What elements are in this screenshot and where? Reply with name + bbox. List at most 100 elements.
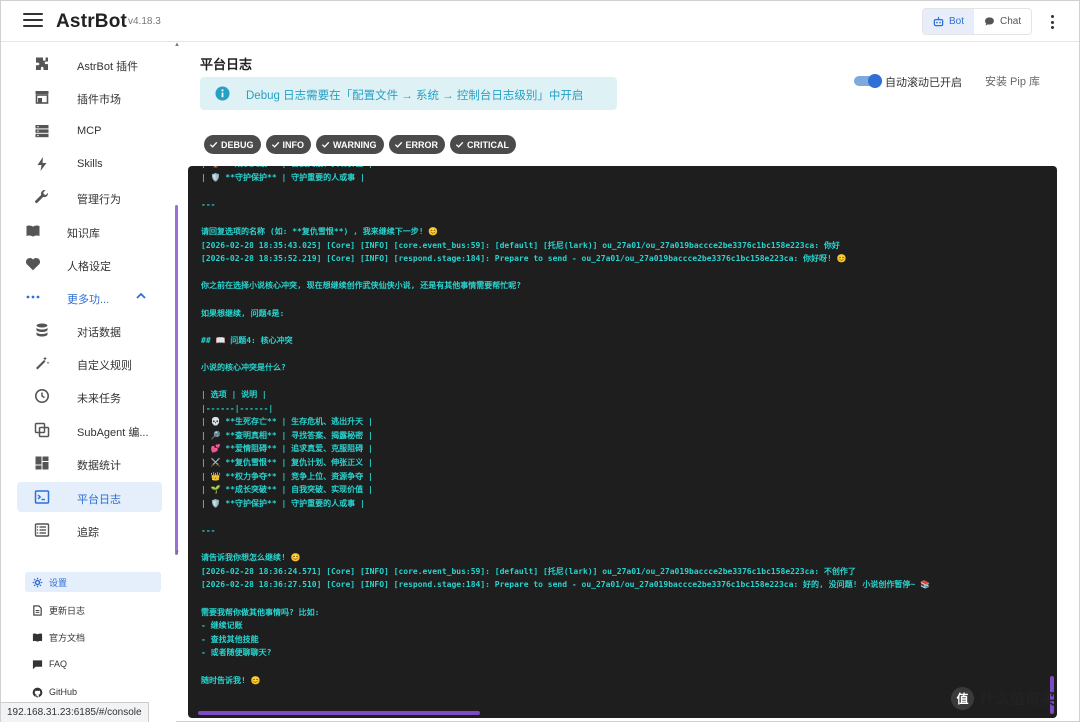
filter-chip-label: INFO	[282, 139, 305, 150]
sidebar-item-behavior[interactable]: 管理行为	[17, 182, 162, 212]
sidebar-item-label: 追踪	[77, 527, 99, 539]
filter-chip-info[interactable]: INFO	[265, 135, 312, 154]
sidebar-item-conversations[interactable]: 对话数据	[17, 315, 162, 345]
subagent-icon	[34, 422, 50, 438]
footer-label: FAQ	[49, 659, 68, 669]
log-console[interactable]: | 🏆 **成长突破** | 自我突破、实现价值 || 🛡️ **守护保护** …	[188, 166, 1057, 718]
mode-bot-label: Bot	[949, 16, 965, 27]
log-line: | 🛡️ **守护保护** | 守护重要的人或事 |	[201, 498, 365, 508]
filter-chip-warning[interactable]: WARNING	[316, 135, 384, 154]
chevron-up-icon	[136, 292, 146, 299]
footer-label: GitHub	[49, 687, 78, 697]
list-icon	[34, 523, 50, 537]
filter-chip-label: DEBUG	[221, 139, 254, 150]
heart-icon	[25, 257, 41, 271]
footer-changelog[interactable]: 更新日志	[25, 600, 161, 620]
sidebar-item-plugins[interactable]: AstrBot 插件	[17, 49, 162, 79]
chat-bubble-icon	[985, 17, 994, 26]
hamburger-menu-icon[interactable]	[23, 13, 43, 29]
sidebar-item-label: 自定义规则	[77, 360, 132, 372]
sidebar-scrollbar[interactable]: ▲ ▼	[174, 42, 180, 557]
dots-icon	[26, 295, 40, 299]
sidebar-item-plugin-market[interactable]: 插件市场	[17, 82, 162, 112]
server-icon	[35, 125, 49, 138]
autoscroll-toggle[interactable]	[854, 74, 882, 88]
document-icon	[33, 604, 42, 616]
sidebar-item-label: MCP	[77, 125, 102, 137]
footer-label: 设置	[49, 577, 68, 588]
scroll-down-arrow-icon[interactable]: ▼	[174, 550, 180, 556]
info-icon	[215, 86, 230, 101]
app-logo: AstrBot	[56, 11, 128, 32]
sidebar-item-label: 管理行为	[77, 194, 121, 206]
puzzle-icon	[36, 57, 48, 70]
sidebar-item-platform-logs[interactable]: 平台日志	[17, 482, 162, 512]
watermark-logo-icon: 值	[951, 687, 974, 710]
dashboard-icon	[35, 456, 49, 470]
filter-chip-label: CRITICAL	[467, 139, 510, 150]
log-level-filters: DEBUG INFO WARNING ERROR CRITICAL	[204, 135, 517, 154]
check-icon	[455, 141, 464, 148]
sidebar-item-knowledge-base[interactable]: 知识库	[17, 216, 162, 246]
check-icon	[321, 141, 330, 148]
log-line: | 🔎 **查明真相** | 寻找答案、揭露秘密 |	[201, 430, 373, 440]
log-console-lines: | 🏆 **成长突破** | 自我突破、实现价值 || 🛡️ **守护保护** …	[188, 166, 1048, 687]
sidebar-item-persona[interactable]: 人格设定	[17, 249, 162, 279]
log-line: [2026-02-28 18:36:27.510] [Core] [INFO] …	[201, 580, 930, 590]
log-line: 随时告诉我! 😊	[201, 675, 261, 685]
filter-chip-debug[interactable]: DEBUG	[204, 135, 261, 154]
log-line: | 🌱 **成长突破** | 自我突破、实现价值 |	[201, 485, 373, 495]
sidebar-item-mcp[interactable]: MCP	[17, 116, 162, 146]
sidebar-item-scheduled-tasks[interactable]: 未来任务	[17, 381, 162, 411]
footer-github[interactable]: GitHub	[25, 682, 161, 702]
sidebar-item-custom-rules[interactable]: 自定义规则	[17, 348, 162, 378]
sidebar-item-statistics[interactable]: 数据统计	[17, 448, 162, 478]
scroll-up-arrow-icon[interactable]: ▲	[174, 42, 180, 48]
log-line: 如果想继续, 问题4是:	[201, 308, 285, 318]
sidebar-item-label: 知识库	[67, 228, 100, 240]
footer-docs[interactable]: 官方文档	[25, 627, 161, 647]
sidebar-item-label: AstrBot 插件	[77, 61, 139, 73]
log-line: | 💕 **爱情阻碍** | 追求真爱、克服阻碍 |	[201, 444, 373, 454]
sidebar: AstrBot 插件 插件市场 MCP Skills 管理行为 知识库 人格设定	[1, 42, 180, 722]
info-alert: Debug 日志需要在「配置文件 → 系统 → 控制台日志级别」中开启	[200, 77, 617, 110]
filter-chip-critical[interactable]: CRITICAL	[450, 135, 517, 154]
log-line: | 选项 | 说明 |	[201, 390, 267, 400]
footer-faq[interactable]: FAQ	[25, 654, 161, 674]
footer-settings[interactable]: 设置	[25, 572, 161, 592]
log-line: | 💀 **生死存亡** | 生存危机、逃出升天 |	[201, 417, 373, 427]
mode-bot-button[interactable]: Bot	[923, 9, 975, 34]
check-icon	[394, 141, 402, 148]
more-options-icon[interactable]	[1044, 13, 1060, 31]
sidebar-item-subagent[interactable]: SubAgent 编...	[17, 415, 162, 445]
page-title: 平台日志	[200, 57, 253, 72]
sidebar-scrollbar-thumb[interactable]	[175, 205, 178, 555]
autoscroll-label: 自动滚动已开启	[885, 77, 962, 89]
check-icon	[209, 141, 218, 148]
log-line: - 或者随便聊聊天?	[201, 648, 272, 658]
sidebar-item-more[interactable]: 更多功...	[17, 282, 162, 312]
gear-icon	[32, 577, 43, 587]
book-icon	[32, 633, 43, 642]
check-icon	[271, 141, 279, 148]
log-line: 请告诉我你想怎么继续! 😊	[201, 553, 301, 563]
log-line: | 🛡️ **守护保护** | 守护重要的人或事 |	[201, 172, 365, 182]
sidebar-item-skills[interactable]: Skills	[17, 149, 162, 179]
install-pip-button[interactable]: 安装 Pip 库	[978, 69, 1047, 93]
app-window: AstrBot v4.18.3 Bot Chat AstrBot 插件 插件市场…	[0, 0, 1080, 722]
sidebar-item-trace[interactable]: 追踪	[17, 515, 162, 545]
console-horizontal-scrollbar[interactable]	[198, 711, 480, 715]
log-line: [2026-02-28 18:36:24.571] [Core] [INFO] …	[201, 566, 856, 576]
clock-icon	[35, 389, 49, 403]
sidebar-item-label: 对话数据	[77, 327, 121, 339]
filter-chip-error[interactable]: ERROR	[388, 135, 446, 154]
top-app-bar: AstrBot v4.18.3 Bot Chat	[1, 1, 1079, 42]
log-line: 请回复选项的名称 (如: **复仇雪恨**) , 我来继续下一步! 😊	[201, 226, 439, 236]
mode-chat-button[interactable]: Chat	[974, 9, 1031, 34]
